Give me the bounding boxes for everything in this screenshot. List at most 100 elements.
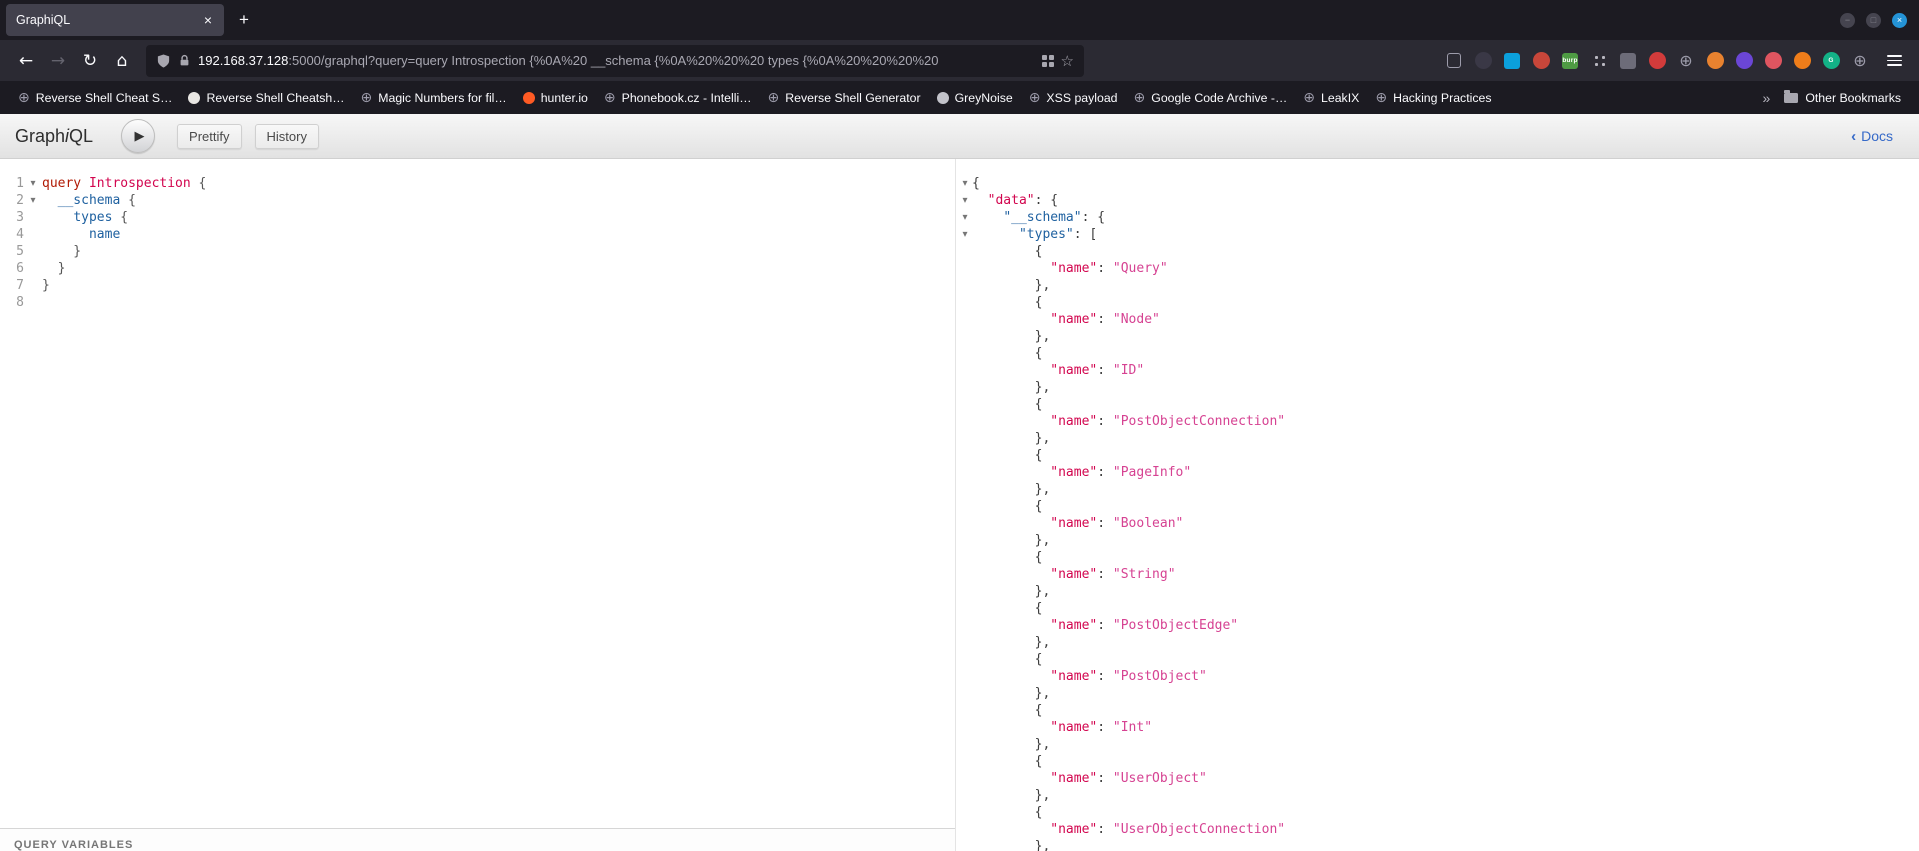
minimize-button[interactable]: − [1840,12,1855,28]
back-button[interactable]: ← [10,45,42,77]
fold-arrow-icon[interactable]: ▾ [958,192,972,209]
bookmark-star-icon[interactable]: ☆ [1061,52,1074,70]
fold-gutter-spacer [958,362,972,379]
line-number: 6 [16,261,24,276]
bookmark-label: Reverse Shell Generator [785,90,921,105]
browser-tab[interactable]: GraphiQL × [6,4,224,36]
bookmark-item[interactable]: ⊕ Magic Numbers for fil… [353,87,515,109]
code-token: { [972,805,1043,820]
gray-extension-icon-shape [1620,52,1636,69]
result-line: "name": "Int" [958,719,1919,736]
bookmark-item[interactable]: ⊕ LeakIX [1295,87,1367,109]
result-text: "name": "Query" [972,260,1167,277]
bookmark-item[interactable]: ⊕ Reverse Shell Cheat S… [10,87,180,109]
red-circle-extension-icon-shape [1532,52,1550,69]
bookmark-item[interactable]: GreyNoise [929,87,1021,109]
page-actions-grid-icon[interactable] [1041,54,1054,67]
new-tab-button[interactable]: + [230,6,258,34]
extension-label: G [1828,57,1834,64]
fold-gutter-spacer [958,736,972,753]
apps-grid-icon[interactable] [1588,50,1610,72]
fold-arrow-icon[interactable]: ▾ [24,175,42,192]
bookmarks-overflow-chevron-icon[interactable]: » [1763,90,1771,106]
result-text: "data": { [972,192,1058,209]
result-pane[interactable]: ▾{▾ "data": {▾ "__schema": {▾ "types": [… [956,159,1919,851]
code-token: : [1097,465,1113,480]
bookmarks-right-group: » Other Bookmarks [1763,89,1909,106]
globe-icon: ⊕ [603,89,616,106]
blue-square-extension-icon[interactable] [1501,50,1523,72]
reload-button[interactable]: ↻ [74,45,106,77]
purple-extension-icon[interactable] [1733,50,1755,72]
code-token: { [190,176,207,191]
logo-text-ql: QL [69,125,94,146]
fold-arrow-icon[interactable]: ▾ [958,209,972,226]
other-bookmarks-button[interactable]: Other Bookmarks [1784,89,1901,105]
code-token: "Boolean" [1112,516,1184,531]
fold-gutter-spacer [24,209,42,226]
ublock-extension-icon[interactable] [1646,50,1668,72]
result-line: ▾ "__schema": { [958,209,1919,226]
result-line: }, [958,838,1919,851]
result-text: }, [972,685,1051,702]
bookmark-item[interactable]: ⊕ Reverse Shell Generator [760,87,929,109]
lock-icon[interactable] [178,53,191,68]
bookmark-item[interactable]: ⊕ Google Code Archive -… [1126,87,1296,109]
tab-close-icon[interactable]: × [202,12,214,28]
bookmark-item[interactable]: ⊕ Phonebook.cz - Intelli… [596,87,760,109]
bookmark-item[interactable]: Reverse Shell Cheatsh… [180,87,352,109]
pink-dot-extension-icon[interactable] [1762,50,1784,72]
bookmark-label: LeakIX [1321,90,1360,105]
result-line: }, [958,481,1919,498]
docs-label: Docs [1861,128,1893,144]
folder-icon [1784,89,1799,103]
dark-circle-extension-icon[interactable] [1472,50,1494,72]
foxyproxy-extension-icon[interactable] [1791,50,1813,72]
green-g-extension-icon[interactable]: G [1820,50,1842,72]
code-token: : [1097,720,1113,735]
bookmark-item[interactable]: ⊕ XSS payload [1021,87,1126,109]
close-window-button[interactable]: × [1892,12,1907,28]
result-line: { [958,549,1919,566]
bookmark-item[interactable]: hunter.io [515,87,596,109]
globe-extension-icon[interactable]: ⊕ [1675,50,1697,72]
fold-gutter-spacer [958,515,972,532]
fold-arrow-icon[interactable]: ▾ [958,226,972,243]
history-button[interactable]: History [254,123,319,149]
fold-arrow-icon[interactable]: ▾ [958,175,972,192]
query-editor[interactable]: 1 ▾ query Introspection {2 ▾ __schema {3 ty… [0,159,955,311]
apps-grid-icon-shape [1591,53,1607,68]
prettify-button[interactable]: Prettify [177,123,242,149]
bookmark-label: Magic Numbers for fil… [378,90,507,105]
burp-extension-icon[interactable]: burp [1559,50,1581,72]
fold-arrow-icon[interactable]: ▾ [24,192,42,209]
forward-button[interactable]: → [42,45,74,77]
code-token: { [972,652,1043,667]
code-token: name [88,227,121,242]
tracking-protection-shield-icon[interactable] [156,53,171,69]
execute-query-button[interactable]: ▶ [121,119,156,153]
save-page-icon[interactable] [1443,50,1465,72]
bookmark-item[interactable]: ⊕ Hacking Practices [1367,87,1499,109]
result-line: "name": "Node" [958,311,1919,328]
home-button[interactable]: ⌂ [106,45,138,77]
url-bar[interactable]: 192.168.37.128:5000/graphql?query=query … [146,44,1084,77]
maximize-button[interactable]: □ [1866,12,1881,28]
query-variables-bar[interactable]: QUERY VARIABLES [0,828,955,851]
result-text: { [972,175,980,192]
orange-extension-icon[interactable] [1704,50,1726,72]
gray-extension-icon[interactable] [1617,50,1639,72]
docs-toggle[interactable]: ‹ Docs [1851,128,1893,145]
bookmark-label: Reverse Shell Cheat S… [35,90,173,105]
menu-button[interactable] [1879,46,1909,76]
fold-gutter-spacer [958,532,972,549]
red-circle-extension-icon[interactable] [1530,50,1552,72]
globe-icon: ⊕ [767,89,780,106]
globe2-extension-icon[interactable]: ⊕ [1849,50,1871,72]
graphiql-workspace: 1 ▾ query Introspection {2 ▾ __schema {3 ty… [0,159,1919,851]
code-token: "PostObjectConnection" [1112,414,1286,429]
code-token: }, [972,839,1051,851]
